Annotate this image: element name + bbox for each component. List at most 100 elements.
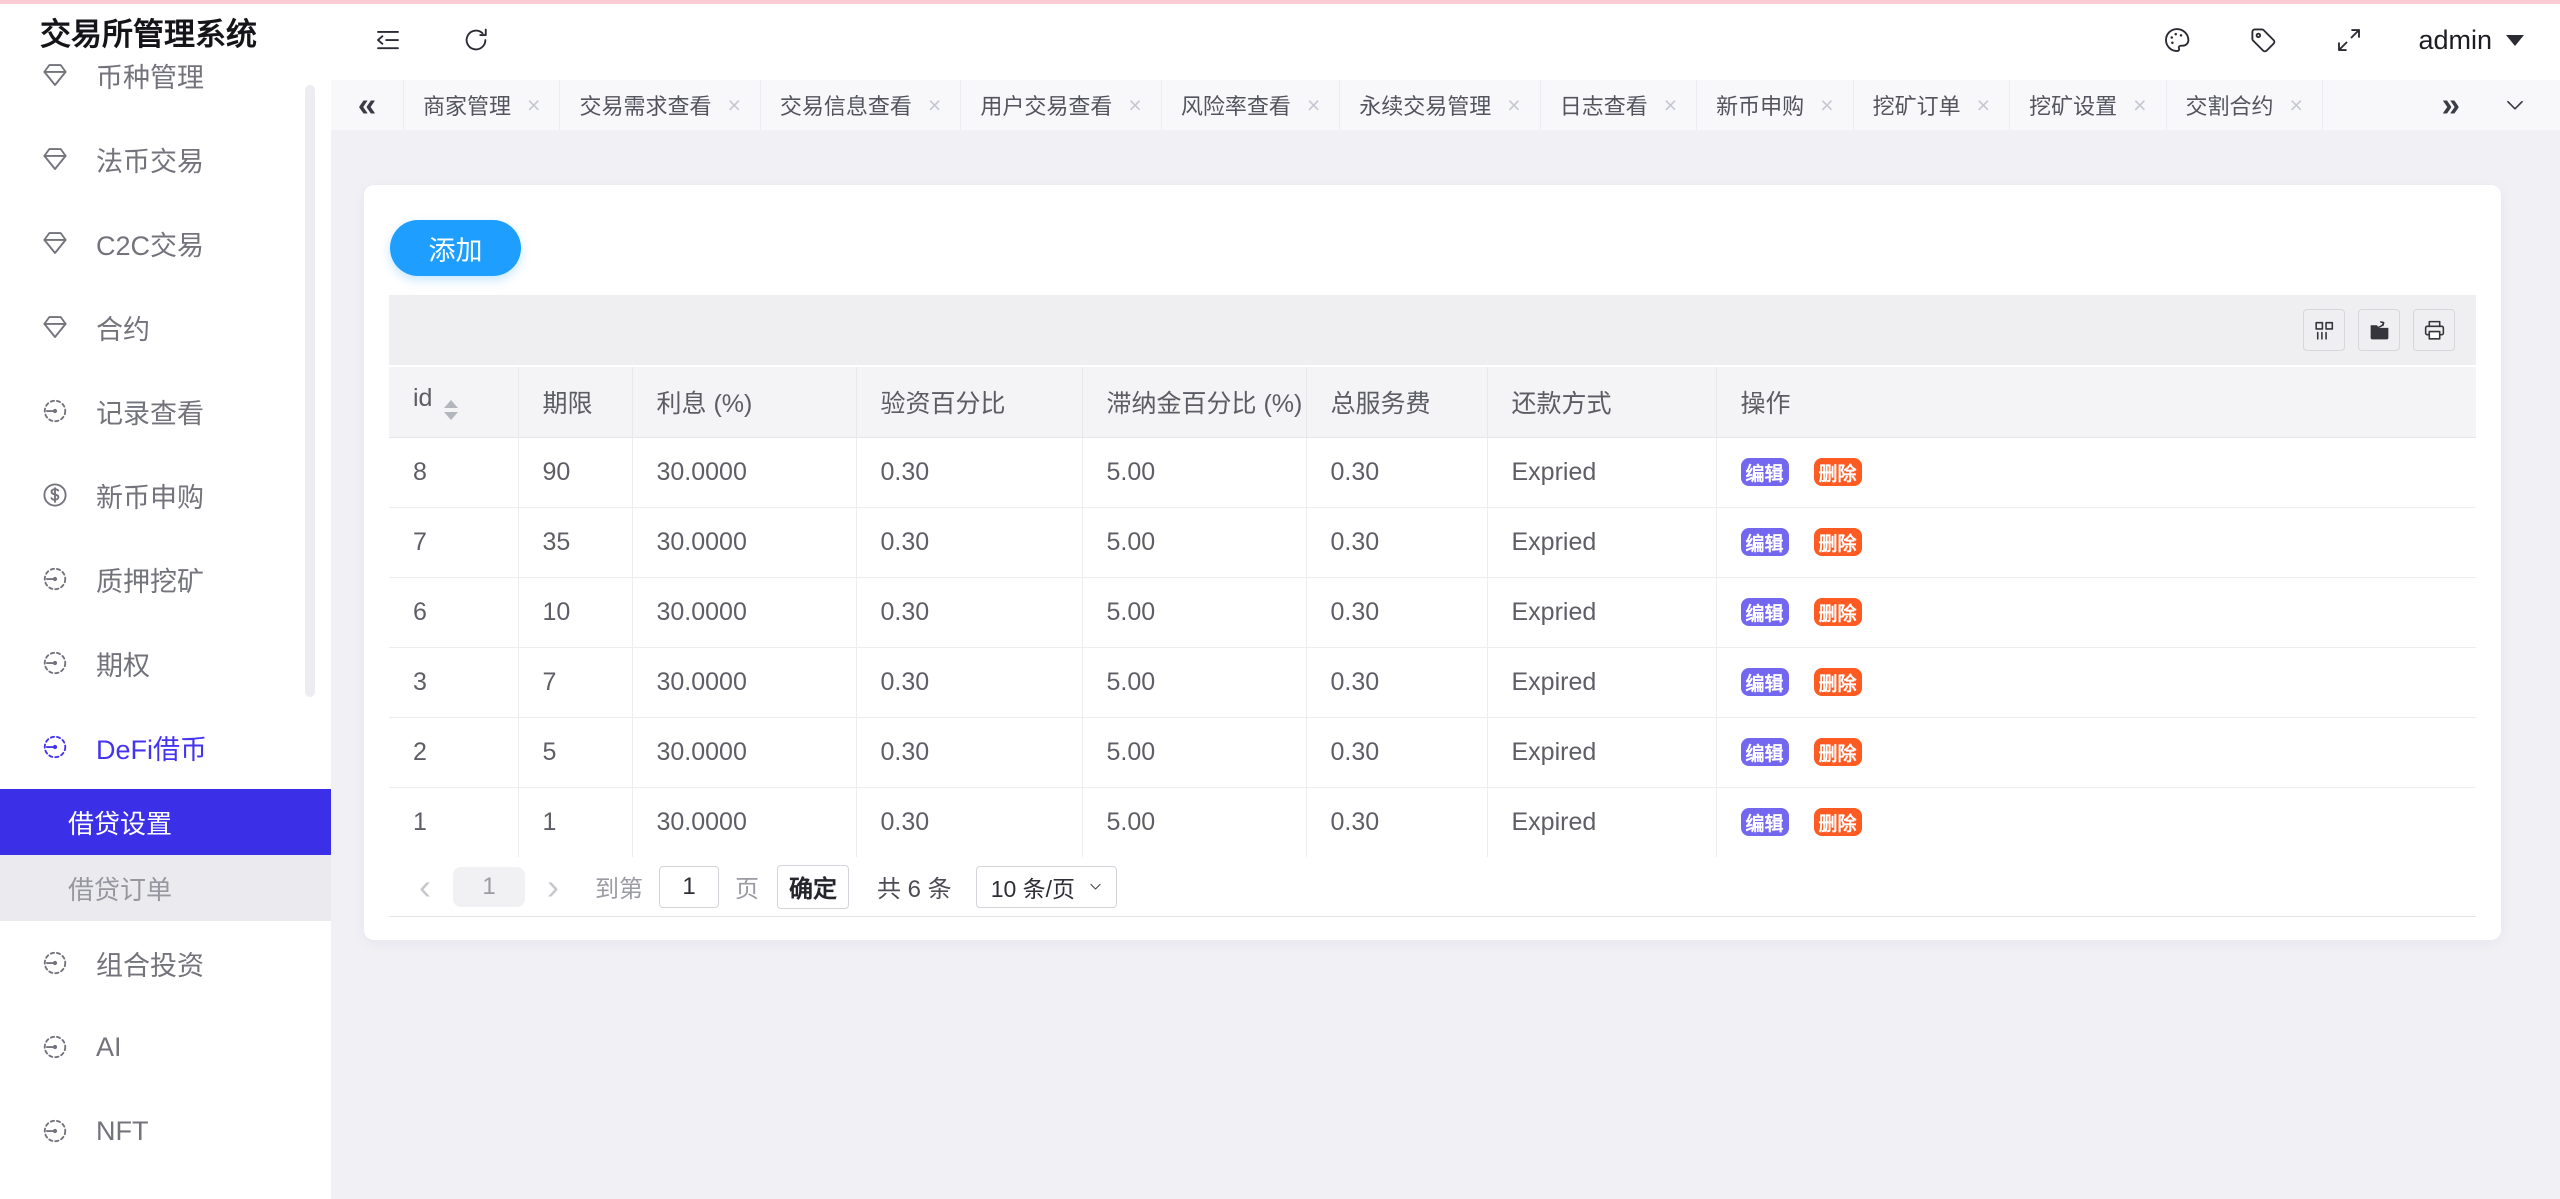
sidebar-item-label: 合约 (96, 308, 150, 347)
edit-button[interactable]: 编辑 (1741, 458, 1789, 486)
edit-button[interactable]: 编辑 (1741, 668, 1789, 696)
delete-button[interactable]: 删除 (1814, 528, 1862, 556)
sidebar-item-组合投资[interactable]: 组合投资 (0, 921, 331, 1005)
delete-button[interactable]: 删除 (1814, 598, 1862, 626)
tab-label: 交易需求查看 (579, 89, 711, 121)
current-page-badge[interactable]: 1 (453, 867, 525, 907)
table-row: 73530.00000.305.000.30Expried编辑删除 (389, 507, 2476, 577)
tab-交易需求查看[interactable]: 交易需求查看 × (560, 80, 760, 130)
close-icon[interactable]: × (1820, 92, 1833, 119)
submenu-item-借贷订单[interactable]: 借贷订单 (0, 855, 331, 921)
submenu-panel: 借贷设置借贷订单 (0, 789, 331, 921)
sidebar-item-质押挖矿[interactable]: 质押挖矿 (0, 537, 331, 621)
gem-icon (40, 228, 70, 258)
tabs-scroll-left-button[interactable]: « (331, 86, 403, 124)
tab-label: 日志查看 (1560, 89, 1648, 121)
close-icon[interactable]: × (527, 92, 540, 119)
close-icon[interactable]: × (1128, 92, 1141, 119)
delete-button[interactable]: 删除 (1814, 738, 1862, 766)
column-header-还款方式: 还款方式 (1487, 367, 1716, 437)
refresh-icon[interactable] (459, 23, 493, 57)
page-number-input[interactable] (659, 866, 719, 908)
close-icon[interactable]: × (928, 92, 941, 119)
sidebar-item-DeFi借币[interactable]: DeFi借币 (0, 705, 331, 789)
tab-label: 挖矿订单 (1873, 89, 1961, 121)
gem-icon (40, 144, 70, 174)
close-icon[interactable]: × (1507, 92, 1520, 119)
edit-button[interactable]: 编辑 (1741, 528, 1789, 556)
sidebar-item-label: 组合投资 (96, 944, 204, 983)
next-page-button[interactable]: › (537, 869, 569, 905)
tab-交易信息查看[interactable]: 交易信息查看× (761, 80, 961, 130)
close-icon[interactable]: × (2133, 92, 2146, 119)
sidebar-item-AI[interactable]: AI (0, 1005, 331, 1089)
delete-button[interactable]: 删除 (1814, 808, 1862, 836)
user-menu[interactable]: admin (2418, 25, 2524, 56)
edit-button[interactable]: 编辑 (1741, 738, 1789, 766)
tab-用户交易查看[interactable]: 用户交易查看 × (961, 80, 1161, 130)
collapse-menu-icon[interactable] (371, 23, 405, 57)
close-icon[interactable]: × (1664, 92, 1677, 119)
close-icon[interactable]: × (1307, 92, 1320, 119)
delete-button[interactable]: 删除 (1814, 458, 1862, 486)
close-icon[interactable]: × (1977, 92, 1990, 119)
column-header-操作: 操作 (1716, 367, 2476, 437)
gem-icon (40, 312, 70, 342)
sidebar-item-label: NFT (96, 1116, 148, 1147)
sidebar-item-C2C交易[interactable]: C2C交易 (0, 201, 331, 285)
edit-button[interactable]: 编辑 (1741, 598, 1789, 626)
column-header-验资百分比: 验资百分比 (856, 367, 1082, 437)
dial-icon (40, 1032, 70, 1062)
confirm-page-button[interactable]: 确定 (777, 865, 849, 909)
column-header-期限: 期限 (518, 367, 632, 437)
close-icon[interactable]: × (727, 92, 740, 119)
tab-风险率查看[interactable]: 风险率查看 × (1162, 80, 1340, 130)
page-unit-label: 页 (735, 869, 759, 904)
palette-icon[interactable] (2160, 23, 2194, 57)
columns-icon[interactable] (2303, 309, 2345, 351)
tab-挖矿设置[interactable]: 挖矿设置 × (2010, 80, 2166, 130)
sidebar-item-新币申购[interactable]: 新币申购 (0, 453, 331, 537)
page-size-select[interactable]: 10 条/页 (976, 866, 1117, 908)
sidebar-item-法币交易[interactable]: 法币交易 (0, 117, 331, 201)
tag-icon[interactable] (2246, 23, 2280, 57)
dial-icon (40, 564, 70, 594)
column-header-总服务费: 总服务费 (1306, 367, 1487, 437)
total-count-label: 共 6 条 (877, 869, 952, 904)
tab-label: 挖矿设置 (2029, 89, 2117, 121)
table-header-row: id期限利息 (%)验资百分比滞纳金百分比 (%)总服务费还款方式操作 (389, 367, 2476, 437)
prev-page-button[interactable]: ‹ (409, 869, 441, 905)
sidebar-item-记录查看[interactable]: 记录查看 (0, 369, 331, 453)
sidebar-item-币种管理[interactable]: 币种管理 (0, 63, 331, 117)
tab-新币申购[interactable]: 新币申购× (1697, 80, 1853, 130)
tab-挖矿订单[interactable]: 挖矿订单 × (1854, 80, 2010, 130)
sort-icon[interactable] (444, 400, 458, 420)
submenu-item-借贷设置[interactable]: 借贷设置 (0, 789, 331, 855)
tab-label: 风险率查看 (1181, 89, 1291, 121)
sidebar-item-期权[interactable]: 期权 (0, 621, 331, 705)
sidebar-item-NFT[interactable]: NFT (0, 1089, 331, 1173)
delete-button[interactable]: 删除 (1814, 668, 1862, 696)
gem-icon (40, 63, 70, 90)
print-icon[interactable] (2413, 309, 2455, 351)
tab-list: 商家管理×交易需求查看×交易信息查看×用户交易查看×风险率查看×永续交易管理×日… (403, 80, 2426, 130)
sidebar-item-合约[interactable]: 合约 (0, 285, 331, 369)
tabs-dropdown-button[interactable] (2502, 92, 2528, 118)
tab-交割合约[interactable]: 交割合约× (2167, 80, 2323, 130)
tab-label: 用户交易查看 (980, 89, 1112, 121)
dial-icon (40, 732, 70, 762)
sidebar-item-label: 法币交易 (96, 140, 204, 179)
column-header-id[interactable]: id (389, 367, 518, 437)
table-toolbar (389, 295, 2476, 365)
tab-商家管理[interactable]: 商家管理× (403, 80, 560, 130)
tabs-scroll-right-button[interactable]: » (2442, 86, 2460, 124)
add-button[interactable]: 添加 (390, 220, 521, 276)
sidebar-scrollbar[interactable] (305, 85, 315, 697)
fullscreen-icon[interactable] (2332, 23, 2366, 57)
edit-button[interactable]: 编辑 (1741, 808, 1789, 836)
content-card: 添加 id期限利息 (%)验资百分比滞纳金百分比 (%)总服务费还款方式操作 8… (364, 185, 2501, 940)
close-icon[interactable]: × (2290, 92, 2303, 119)
tab-日志查看[interactable]: 日志查看 × (1541, 80, 1697, 130)
export-icon[interactable] (2358, 309, 2400, 351)
tab-永续交易管理[interactable]: 永续交易管理× (1340, 80, 1540, 130)
